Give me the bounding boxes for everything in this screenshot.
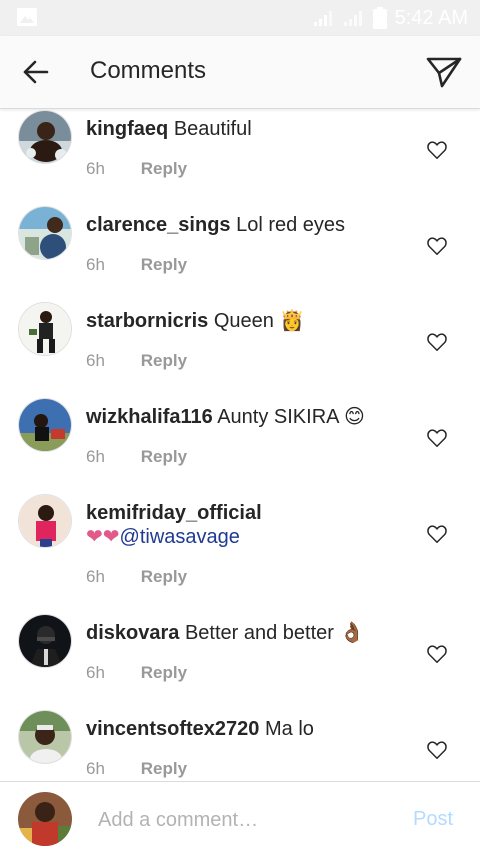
avatar[interactable] — [18, 710, 72, 764]
comment-meta: 6h Reply — [86, 351, 187, 371]
comment-time: 6h — [86, 255, 105, 274]
reply-button[interactable]: Reply — [141, 159, 187, 178]
status-bar: 5:42 AM — [0, 0, 480, 36]
avatar[interactable] — [18, 302, 72, 356]
comment-list[interactable]: kingfaeq Beautiful 6h Reply clarence_sin… — [0, 109, 480, 781]
comment-meta: 6h Reply — [86, 567, 187, 587]
comment-username[interactable]: kemifriday_official — [86, 502, 262, 524]
heart-icon[interactable] — [426, 331, 448, 353]
battery-icon — [372, 7, 387, 29]
comment-time: 6h — [86, 663, 105, 682]
heart-icon[interactable] — [426, 739, 448, 761]
comment-text: kingfaeq Beautiful — [86, 117, 416, 141]
mention-link[interactable]: @tiwasavage — [120, 526, 240, 548]
comment-meta: 6h Reply — [86, 447, 187, 467]
comment-meta: 6h Reply — [86, 759, 187, 779]
signal-icon-2 — [343, 11, 362, 26]
comment-meta: 6h Reply — [86, 159, 187, 179]
back-arrow-icon — [23, 60, 49, 84]
heart-icon[interactable] — [426, 235, 448, 257]
heart-icon[interactable] — [426, 523, 448, 545]
ok-hand-emoji-icon: 👌🏾 — [339, 622, 365, 644]
comment-username[interactable]: starbornicris — [86, 310, 208, 332]
comment-time: 6h — [86, 447, 105, 466]
comment-time: 6h — [86, 351, 105, 370]
reply-button[interactable]: Reply — [141, 663, 187, 682]
direct-message-button[interactable] — [422, 50, 466, 94]
reply-button[interactable]: Reply — [141, 447, 187, 466]
avatar[interactable] — [18, 494, 72, 548]
post-button[interactable]: Post — [413, 808, 453, 831]
image-notification-icon — [17, 8, 37, 26]
signal-icon — [313, 11, 332, 26]
comment-body: Aunty SIKIRA — [217, 406, 339, 428]
comment-input[interactable] — [96, 804, 400, 836]
heart-icon[interactable] — [426, 427, 448, 449]
comment-text: wizkhalifa116 Aunty SIKIRA 😊 — [86, 405, 416, 429]
comment-meta: 6h Reply — [86, 663, 187, 683]
avatar[interactable] — [18, 614, 72, 668]
heart-emoji-icon: ❤❤ — [86, 526, 120, 548]
current-user-avatar — [18, 792, 72, 846]
heart-icon[interactable] — [426, 643, 448, 665]
status-time: 5:42 AM — [394, 6, 468, 29]
comment-body: Queen — [213, 310, 274, 332]
comment-body: Beautiful — [173, 118, 252, 140]
comment-username[interactable]: clarence_sings — [86, 214, 231, 236]
comment-text: starbornicris Queen 👸 — [86, 309, 416, 333]
comment-composer: Post — [0, 781, 480, 855]
reply-button[interactable]: Reply — [141, 759, 187, 778]
comment-body: Lol red eyes — [236, 214, 346, 236]
comment-body: Better and better — [184, 622, 334, 644]
comment-text: vincentsoftex2720 Ma lo — [86, 717, 416, 741]
comment-time: 6h — [86, 567, 105, 586]
comment-time: 6h — [86, 159, 105, 178]
comment-username[interactable]: wizkhalifa116 — [86, 406, 213, 428]
comment-username[interactable]: vincentsoftex2720 — [86, 718, 259, 740]
comment-username[interactable]: kingfaeq — [86, 118, 168, 140]
heart-icon[interactable] — [426, 139, 448, 161]
page-title: Comments — [90, 57, 207, 84]
princess-emoji-icon: 👸 — [279, 310, 305, 332]
top-app-bar: Comments — [0, 36, 480, 109]
comment-text: diskovara Better and better 👌🏾 — [86, 621, 416, 645]
smiling-face-emoji-icon: 😊 — [343, 406, 365, 428]
reply-button[interactable]: Reply — [141, 255, 187, 274]
comment-body: Ma lo — [264, 718, 314, 740]
comment-meta: 6h Reply — [86, 255, 187, 275]
comment-text: kemifriday_official ❤❤@tiwasavage — [86, 501, 416, 549]
avatar[interactable] — [18, 206, 72, 260]
comment-text: clarence_sings Lol red eyes — [86, 213, 416, 237]
avatar[interactable] — [18, 398, 72, 452]
reply-button[interactable]: Reply — [141, 351, 187, 370]
paper-plane-icon — [426, 57, 462, 88]
comment-username[interactable]: diskovara — [86, 622, 179, 644]
comment-time: 6h — [86, 759, 105, 778]
avatar[interactable] — [18, 110, 72, 164]
reply-button[interactable]: Reply — [141, 567, 187, 586]
back-button[interactable] — [14, 50, 58, 94]
